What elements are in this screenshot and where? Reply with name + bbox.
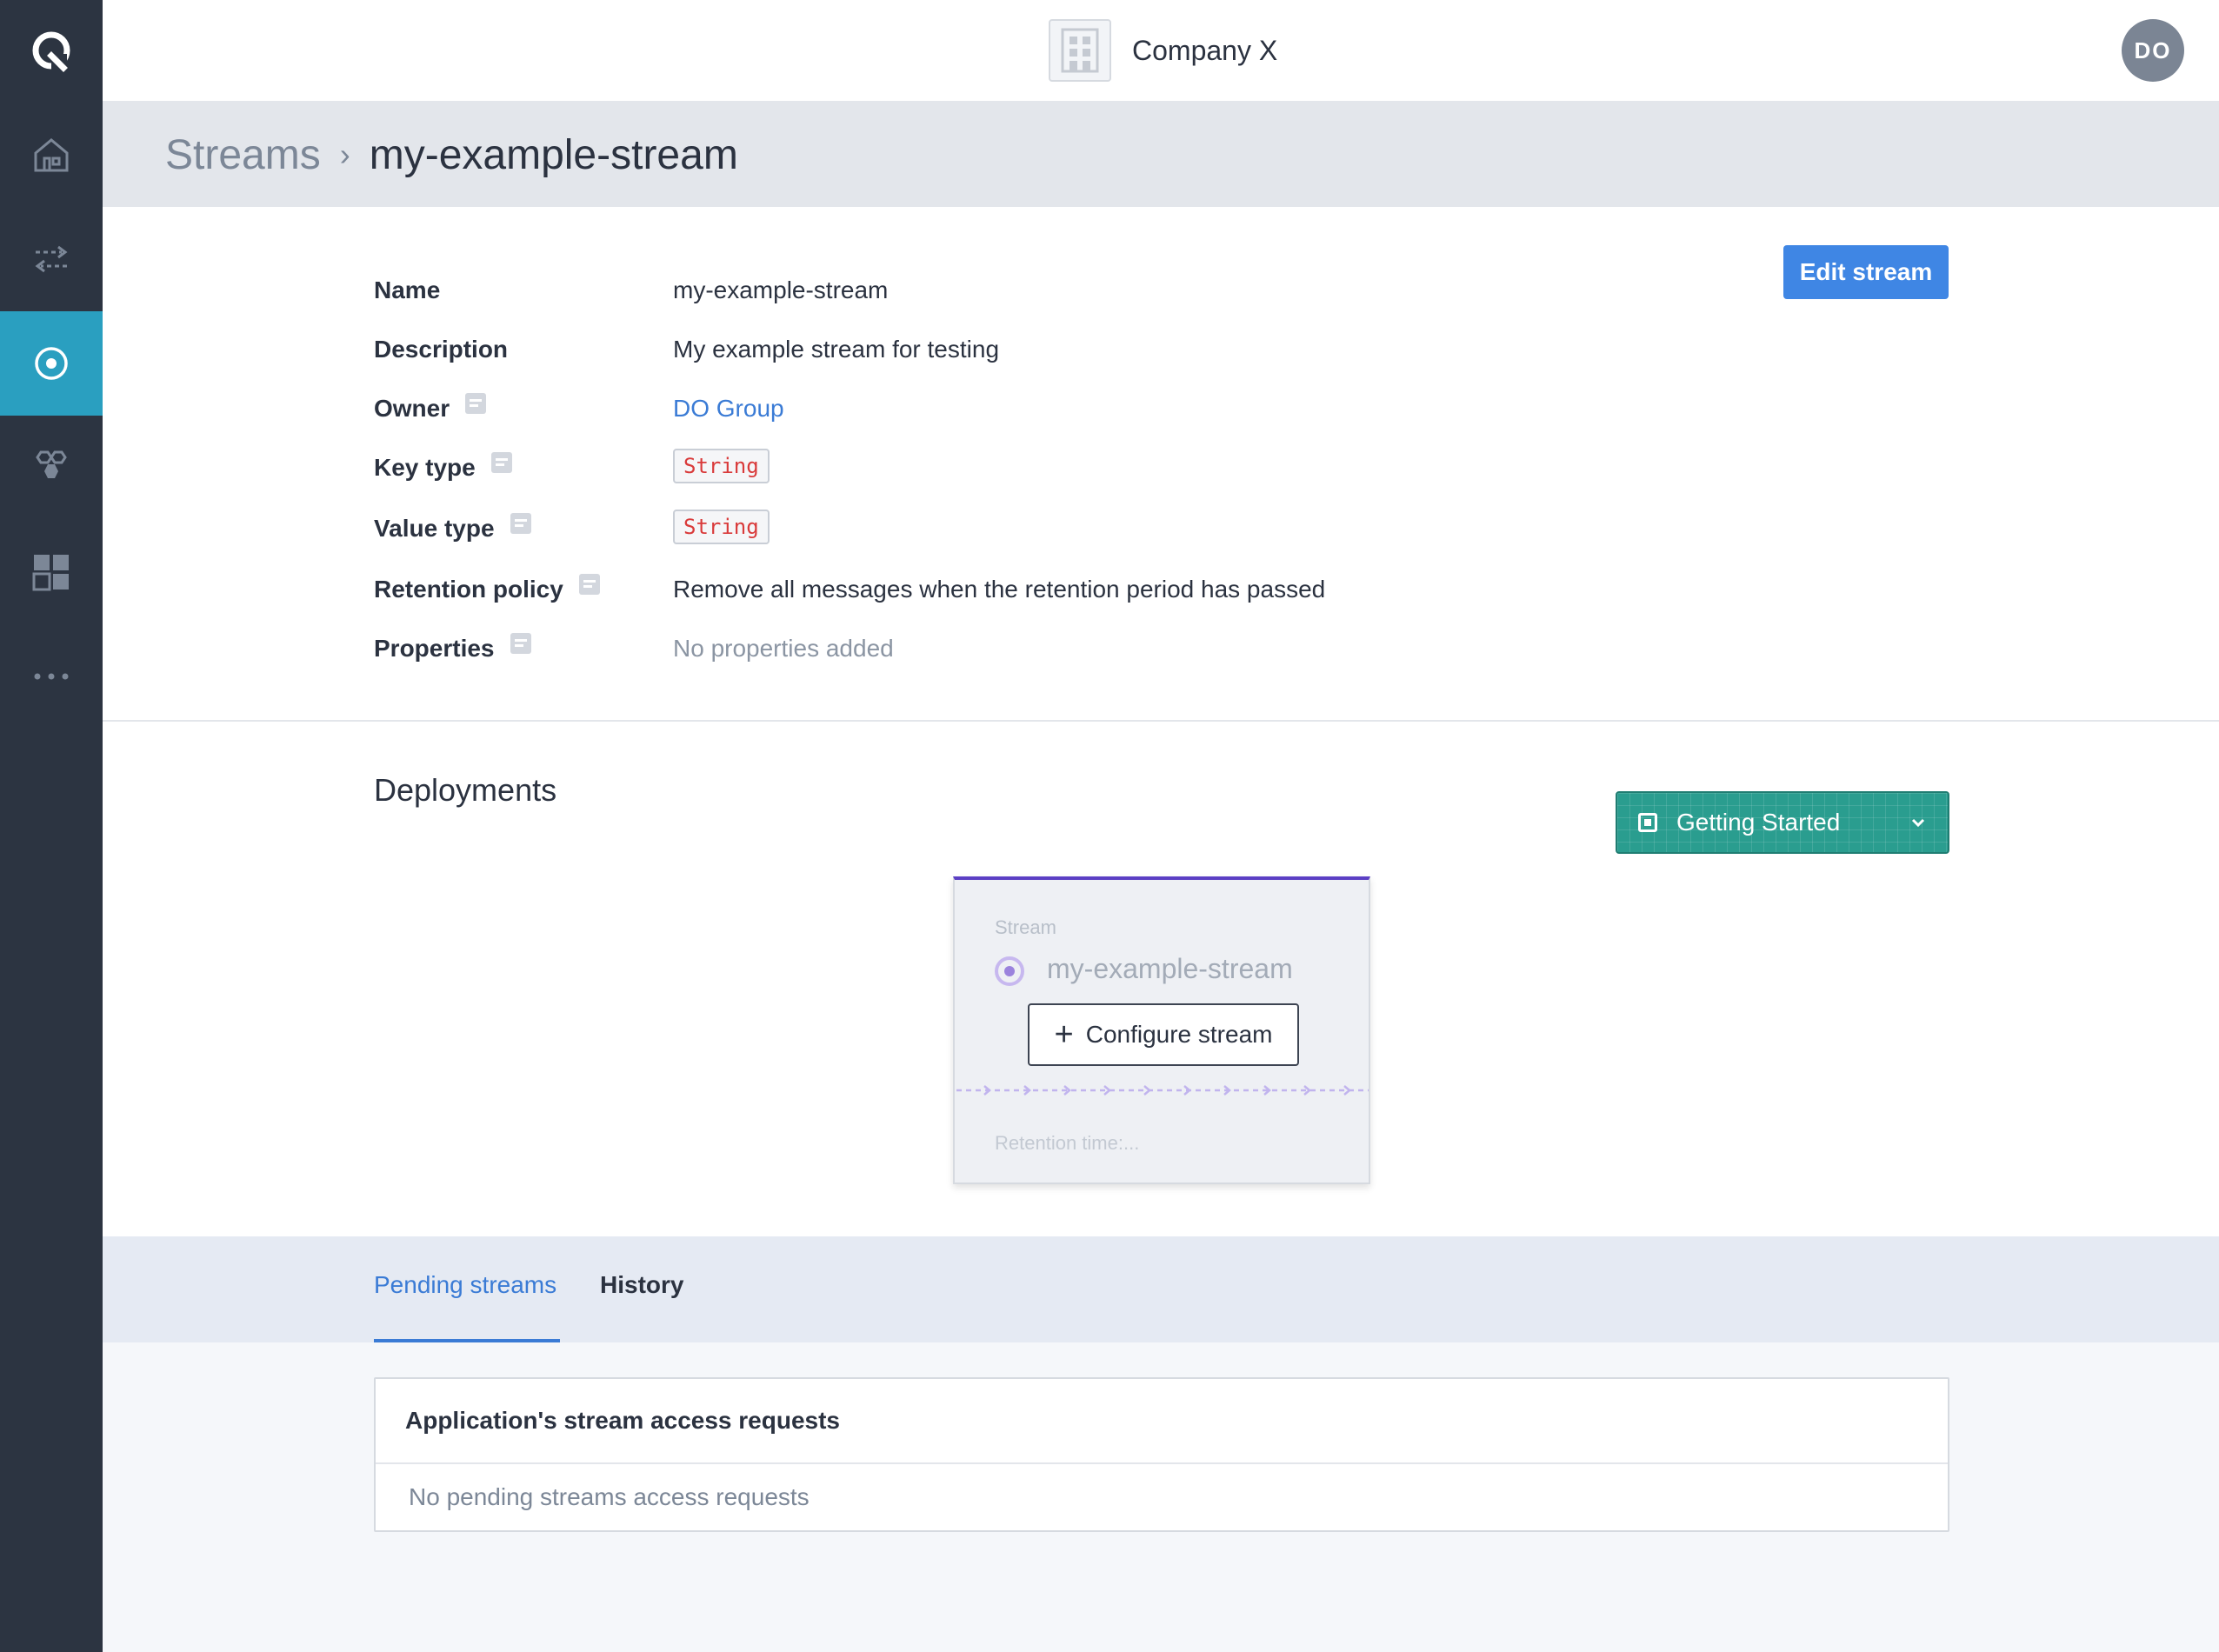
stream-deployment-card: Stream my-example-stream + Configure str…	[953, 876, 1370, 1184]
retention-policy-label: Retention policy	[374, 574, 600, 603]
properties-value: No properties added	[673, 635, 894, 662]
key-type-info-icon[interactable]	[490, 452, 512, 473]
breadcrumb-streams-link[interactable]: Streams	[165, 131, 321, 179]
topbar: Company X DO	[103, 0, 2219, 103]
home-icon	[34, 138, 69, 172]
company-building-icon	[1049, 19, 1111, 82]
name-value: my-example-stream	[673, 276, 889, 303]
hexagons-icon	[36, 450, 67, 478]
description-label: Description	[374, 336, 509, 363]
flow-arrows-icon	[956, 1085, 1369, 1096]
properties-label: Properties	[374, 633, 531, 663]
arrows-exchange-icon	[35, 245, 68, 273]
properties-info-icon[interactable]	[510, 633, 531, 654]
dashboard-grid-icon	[32, 555, 69, 591]
access-requests-title: Application's stream access requests	[376, 1379, 1948, 1464]
getting-started-dropdown[interactable]: Getting Started	[1616, 791, 1949, 854]
sidebar-item-applications[interactable]	[0, 416, 103, 520]
user-avatar[interactable]: DO	[2122, 19, 2184, 82]
retention-policy-info-icon[interactable]	[578, 574, 600, 595]
access-requests-panel: Application's stream access requests No …	[374, 1377, 1949, 1532]
card-kind-label: Stream	[995, 916, 1056, 938]
sidebar-logo[interactable]	[0, 0, 103, 104]
stream-radio-icon	[995, 956, 1024, 986]
key-type-value: String	[673, 449, 770, 483]
more-dots-icon	[34, 673, 69, 680]
deployments-title: Deployments	[374, 772, 557, 808]
page-title: my-example-stream	[369, 131, 738, 178]
owner-info-icon[interactable]	[465, 393, 487, 414]
stream-target-icon	[35, 347, 68, 380]
value-type-value: String	[673, 510, 770, 544]
tabs-bar: Pending streams History	[103, 1236, 2219, 1342]
sidebar-item-streams[interactable]	[0, 311, 103, 416]
value-type-tag: String	[673, 510, 770, 544]
tab-pending-streams[interactable]: Pending streams	[374, 1271, 560, 1342]
description-value: My example stream for testing	[673, 336, 1000, 363]
sidebar-item-flows[interactable]	[0, 207, 103, 311]
sidebar-item-more[interactable]	[0, 624, 103, 729]
key-type-tag: String	[673, 449, 770, 483]
value-type-info-icon[interactable]	[510, 513, 531, 534]
getting-started-label: Getting Started	[1676, 809, 1841, 836]
configure-stream-button[interactable]: + Configure stream	[1028, 1003, 1299, 1066]
company-switcher[interactable]: Company X	[1049, 19, 1277, 82]
plus-icon: +	[1054, 1016, 1074, 1053]
breadcrumb-chevron-icon: ›	[339, 137, 350, 172]
owner-label: Owner	[374, 393, 487, 423]
card-retention-text: Retention time:...	[995, 1132, 1140, 1154]
sidebar-item-dashboard[interactable]	[0, 520, 103, 624]
breadcrumb: Streams › my-example-stream	[103, 103, 2219, 207]
getting-started-icon	[1638, 813, 1657, 832]
company-name: Company X	[1132, 34, 1278, 66]
deployments-section: Deployments Getting Started Stream my-ex…	[103, 722, 2219, 1236]
stream-details: Name my-example-stream Description My ex…	[103, 207, 2219, 722]
sidebar-item-home[interactable]	[0, 103, 103, 207]
retention-policy-value: Remove all messages when the retention p…	[673, 576, 1326, 603]
name-label: Name	[374, 276, 441, 303]
tab-history[interactable]: History	[600, 1271, 683, 1342]
access-requests-empty: No pending streams access requests	[409, 1483, 810, 1510]
sidebar	[0, 0, 103, 1652]
edit-stream-button[interactable]: Edit stream	[1783, 245, 1949, 299]
card-stream-name: my-example-stream	[1047, 953, 1293, 984]
chevron-down-icon	[1911, 818, 1925, 828]
value-type-label: Value type	[374, 513, 531, 543]
key-type-label: Key type	[374, 452, 512, 482]
logo-icon	[32, 31, 70, 72]
owner-link[interactable]: DO Group	[673, 395, 784, 423]
configure-stream-label: Configure stream	[1085, 1021, 1273, 1048]
